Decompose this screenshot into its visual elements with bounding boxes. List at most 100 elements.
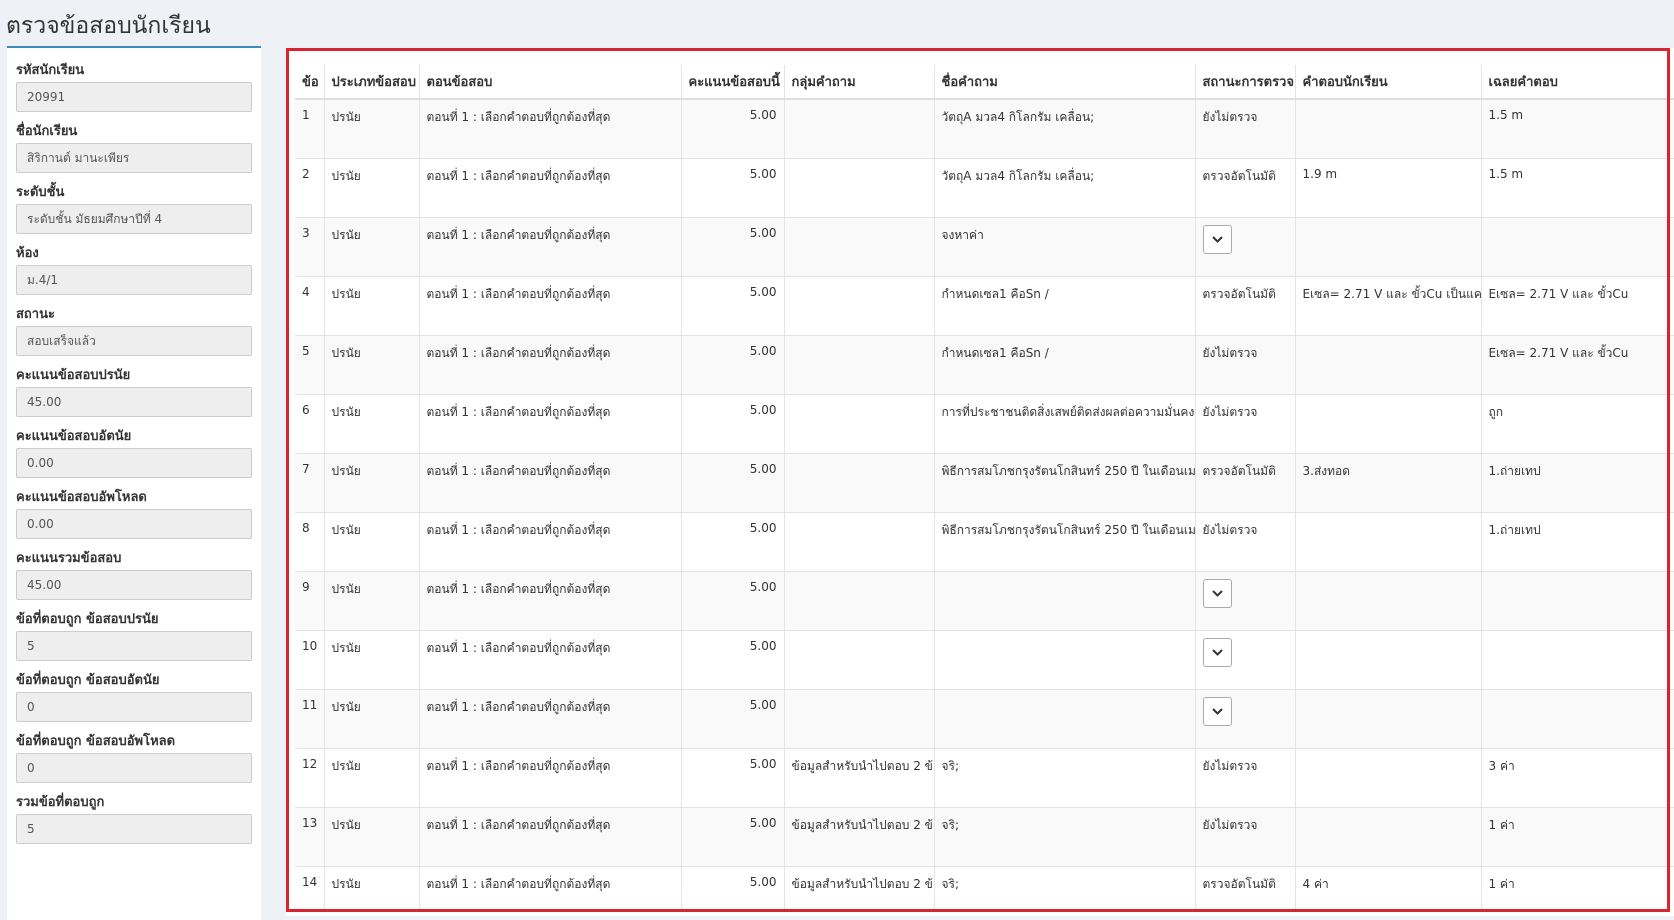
col-question-header[interactable]: ชื่อคำถาม: [933, 65, 1195, 100]
col-no-header[interactable]: ข้อ: [295, 65, 324, 100]
col-no-cell: 3: [295, 216, 324, 276]
field-group: คะแนนรวมข้อสอบ 45.00: [16, 548, 252, 600]
exam-results-table: ข้อ ประเภทข้อสอบ ตอนข้อสอบ คะแนนข้อสอบนี้ กล…: [295, 65, 1674, 910]
col-student-answer-cell: 1.9 m: [1294, 157, 1481, 217]
col-section-cell: ตอนที่ 1 : เลือกคำตอบที่ถูกต้องที่สุด: [418, 452, 681, 512]
col-status-cell: ยังไม่ตรวจ: [1194, 806, 1295, 866]
col-group-cell: [783, 334, 934, 394]
col-section-cell: ตอนที่ 1 : เลือกคำตอบที่ถูกต้องที่สุด: [418, 865, 681, 910]
col-score-cell: 5.00: [680, 570, 784, 630]
status-dropdown[interactable]: [1202, 224, 1232, 254]
table-scroll-area[interactable]: ข้อ ประเภทข้อสอบ ตอนข้อสอบ คะแนนข้อสอบนี้ กล…: [295, 65, 1674, 910]
col-question-cell: พิธีการสมโภชกรุงรัตนโกสินทร์ 250 ปี ในเด…: [933, 511, 1195, 571]
col-section-cell: ตอนที่ 1 : เลือกคำตอบที่ถูกต้องที่สุด: [418, 216, 681, 276]
field-label: ระดับชั้น: [16, 185, 65, 200]
readonly-field[interactable]: 0.00: [16, 448, 252, 478]
status-select-cell: [1194, 570, 1295, 630]
col-question-cell: [933, 688, 1195, 748]
col-no-cell: 1: [295, 98, 324, 158]
col-student-answer-cell: [1294, 688, 1481, 748]
readonly-field[interactable]: 0: [16, 692, 252, 722]
col-status-header[interactable]: สถานะการตรวจ: [1194, 65, 1295, 100]
col-question-cell: จริ;: [933, 865, 1195, 910]
col-answer-key-cell: [1480, 629, 1674, 689]
field-label: คะแนนข้อสอบอัตนัย: [16, 429, 132, 444]
readonly-field[interactable]: 0.00: [16, 509, 252, 539]
field-label: คะแนนข้อสอบปรนัย: [16, 368, 131, 383]
col-type-cell: ปรนัย: [323, 570, 419, 630]
col-status-cell: ตรวจอัตโนมัติ: [1194, 452, 1295, 512]
col-answer-key-cell: 1.ถ่ายเทป: [1480, 452, 1674, 512]
table-row: 9 ปรนัย ตอนที่ 1 : เลือกคำตอบที่ถูกต้องที่…: [295, 570, 1674, 630]
col-status-cell: ยังไม่ตรวจ: [1194, 98, 1295, 158]
readonly-field[interactable]: 45.00: [16, 570, 252, 600]
col-question-cell: กำหนดเซล1 คือSn /: [933, 275, 1195, 335]
col-score-cell: 5.00: [680, 747, 784, 807]
readonly-field[interactable]: ระดับชั้น มัธยมศึกษาปีที่ 4: [16, 204, 252, 234]
field-group: คะแนนข้อสอบปรนัย 45.00: [16, 365, 252, 417]
exam-results-panel: ข้อ ประเภทข้อสอบ ตอนข้อสอบ คะแนนข้อสอบนี้ กล…: [286, 48, 1674, 916]
col-answer-key-cell: Eเซล= 2.71 V และ ขั้วCu: [1480, 275, 1674, 335]
table-row: 11 ปรนัย ตอนที่ 1 : เลือกคำตอบที่ถูกต้องที…: [295, 688, 1674, 748]
field-label: ข้อที่ตอบถูก ข้อสอบอัพโหลด: [16, 734, 176, 749]
table-header-row: ข้อ ประเภทข้อสอบ ตอนข้อสอบ คะแนนข้อสอบนี้ กล…: [295, 65, 1674, 100]
field-group: ข้อที่ตอบถูก ข้อสอบอัตนัย 0: [16, 670, 252, 722]
col-type-cell: ปรนัย: [323, 865, 419, 910]
col-score-cell: 5.00: [680, 629, 784, 689]
col-type-header[interactable]: ประเภทข้อสอบ: [323, 65, 419, 100]
col-answer-key-header[interactable]: เฉลยคำตอบ: [1480, 65, 1674, 100]
col-group-cell: ข้อมูลสำหรับนำไปตอบ 2 ข้อ: [783, 806, 934, 866]
field-label: รวมข้อที่ตอบถูก: [16, 795, 105, 810]
readonly-field[interactable]: ม.4/1: [16, 265, 252, 295]
col-section-cell: ตอนที่ 1 : เลือกคำตอบที่ถูกต้องที่สุด: [418, 98, 681, 158]
col-student-answer-header[interactable]: คำตอบนักเรียน: [1294, 65, 1481, 100]
readonly-field[interactable]: สิริกานต์ มานะเพียร: [16, 143, 252, 173]
status-dropdown[interactable]: [1202, 637, 1232, 667]
field-group: ชื่อนักเรียน สิริกานต์ มานะเพียร: [16, 121, 252, 173]
col-group-cell: [783, 511, 934, 571]
col-score-header[interactable]: คะแนนข้อสอบนี้: [680, 65, 784, 100]
col-student-answer-cell: [1294, 334, 1481, 394]
col-answer-key-cell: ถูก: [1480, 393, 1674, 453]
col-status-cell: ตรวจอัตโนมัติ: [1194, 275, 1295, 335]
col-no-cell: 14: [295, 865, 324, 910]
col-no-cell: 5: [295, 334, 324, 394]
col-status-cell: ยังไม่ตรวจ: [1194, 747, 1295, 807]
col-no-cell: 10: [295, 629, 324, 689]
readonly-field[interactable]: 20991: [16, 82, 252, 112]
col-no-cell: 4: [295, 275, 324, 335]
field-label: สถานะ: [16, 307, 55, 322]
col-no-cell: 6: [295, 393, 324, 453]
col-question-cell: จงหาค่า: [933, 216, 1195, 276]
col-question-cell: กำหนดเซล1 คือSn /: [933, 334, 1195, 394]
col-section-cell: ตอนที่ 1 : เลือกคำตอบที่ถูกต้องที่สุด: [418, 747, 681, 807]
col-section-header[interactable]: ตอนข้อสอบ: [418, 65, 681, 100]
col-score-cell: 5.00: [680, 511, 784, 571]
status-dropdown[interactable]: [1202, 578, 1232, 608]
col-question-cell: การที่ประชาชนติดสิ่งเสพย์ติดส่งผลต่อความ…: [933, 393, 1195, 453]
status-dropdown[interactable]: [1202, 696, 1232, 726]
readonly-field[interactable]: 5: [16, 814, 252, 844]
col-status-cell: ยังไม่ตรวจ: [1194, 334, 1295, 394]
col-section-cell: ตอนที่ 1 : เลือกคำตอบที่ถูกต้องที่สุด: [418, 393, 681, 453]
field-group: ข้อที่ตอบถูก ข้อสอบอัพโหลด 0: [16, 731, 252, 783]
col-group-header[interactable]: กลุ่มคำถาม: [783, 65, 934, 100]
table-row: 5 ปรนัย ตอนที่ 1 : เลือกคำตอบที่ถูกต้องที่…: [295, 334, 1674, 394]
status-select-cell: [1194, 629, 1295, 689]
col-type-cell: ปรนัย: [323, 688, 419, 748]
student-info-panel: รหัสนักเรียน 20991 ชื่อนักเรียน สิริกานต์ ม…: [7, 46, 261, 920]
col-question-cell: จริ;: [933, 806, 1195, 866]
col-type-cell: ปรนัย: [323, 275, 419, 335]
field-group: คะแนนข้อสอบอัตนัย 0.00: [16, 426, 252, 478]
table-row: 4 ปรนัย ตอนที่ 1 : เลือกคำตอบที่ถูกต้องที่…: [295, 275, 1674, 335]
col-score-cell: 5.00: [680, 688, 784, 748]
table-row: 1 ปรนัย ตอนที่ 1 : เลือกคำตอบที่ถูกต้องที่…: [295, 98, 1674, 158]
col-status-cell: ตรวจอัตโนมัติ: [1194, 157, 1295, 217]
readonly-field[interactable]: สอบเสร็จแล้ว: [16, 326, 252, 356]
col-no-cell: 12: [295, 747, 324, 807]
readonly-field[interactable]: 0: [16, 753, 252, 783]
table-row: 14 ปรนัย ตอนที่ 1 : เลือกคำตอบที่ถูกต้องที…: [295, 865, 1674, 910]
field-group: สถานะสอบเสร็จแล้ว: [16, 304, 252, 356]
readonly-field[interactable]: 5: [16, 631, 252, 661]
readonly-field[interactable]: 45.00: [16, 387, 252, 417]
